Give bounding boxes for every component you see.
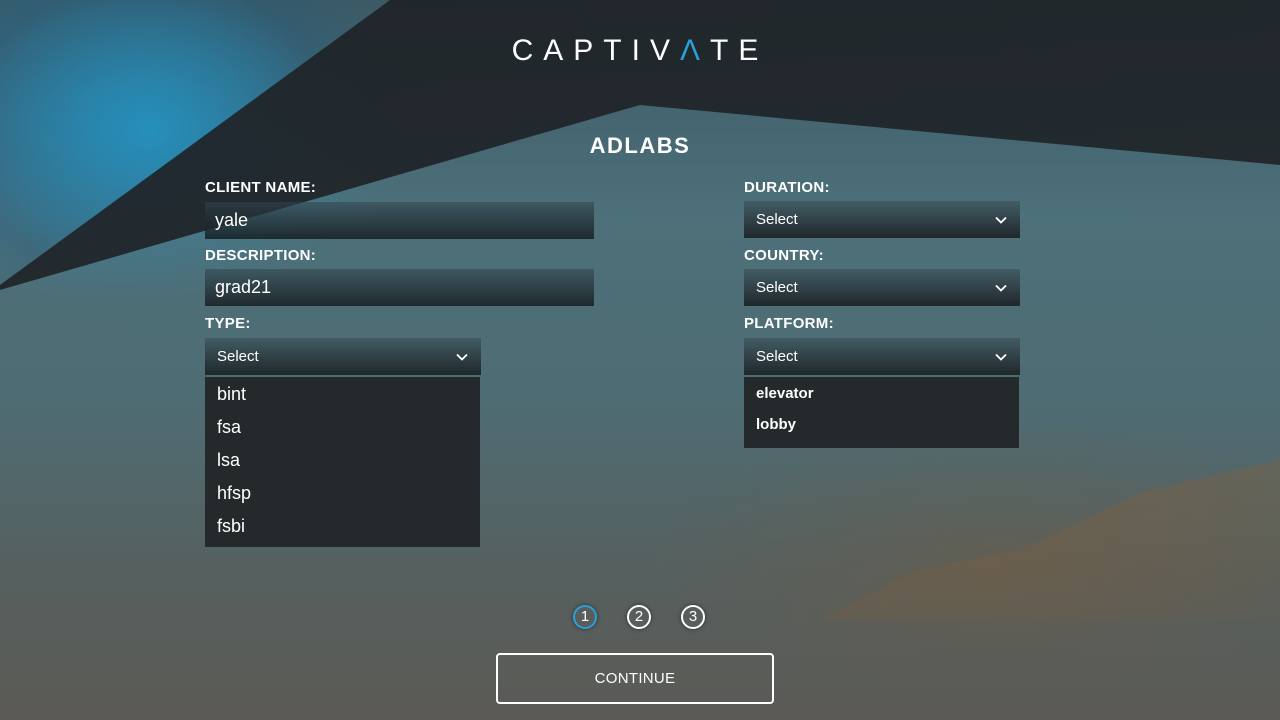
platform-label: PLATFORM:	[744, 315, 834, 332]
type-option-bint[interactable]: bint	[205, 378, 480, 411]
step-1-indicator[interactable]: 1	[573, 605, 597, 629]
step-2-indicator[interactable]: 2	[627, 605, 651, 629]
client-name-input[interactable]	[205, 202, 594, 239]
type-select[interactable]: Select	[205, 338, 481, 375]
duration-label: DURATION:	[744, 179, 830, 196]
description-label: DESCRIPTION:	[205, 247, 317, 264]
logo-accent: Λ	[679, 34, 711, 67]
step-3-indicator[interactable]: 3	[681, 605, 705, 629]
type-option-fsa[interactable]: fsa	[205, 411, 480, 444]
platform-select[interactable]: Select	[744, 338, 1020, 375]
duration-select-value: Select	[756, 211, 798, 228]
chevron-down-icon	[995, 353, 1007, 361]
type-option-lsa[interactable]: lsa	[205, 444, 480, 477]
page-title: ADLABS	[589, 133, 691, 158]
type-dropdown: bint fsa lsa hfsp fsbi	[205, 377, 480, 547]
captivate-logo: CAPTIVΛTE	[511, 34, 769, 67]
continue-button[interactable]: CONTINUE	[496, 653, 774, 704]
client-name-label: CLIENT NAME:	[205, 179, 317, 196]
platform-dropdown: elevator lobby	[744, 377, 1019, 448]
type-select-value: Select	[217, 348, 259, 365]
duration-select[interactable]: Select	[744, 201, 1020, 238]
platform-option-elevator[interactable]: elevator	[744, 378, 1019, 409]
country-label: COUNTRY:	[744, 247, 824, 264]
chevron-down-icon	[995, 216, 1007, 224]
description-input[interactable]	[205, 269, 594, 306]
type-option-fsbi[interactable]: fsbi	[205, 510, 480, 543]
type-label: TYPE:	[205, 315, 251, 332]
country-select[interactable]: Select	[744, 269, 1020, 306]
chevron-down-icon	[995, 284, 1007, 292]
platform-option-lobby[interactable]: lobby	[744, 409, 1019, 440]
chevron-down-icon	[456, 353, 468, 361]
platform-select-value: Select	[756, 348, 798, 365]
background-hill	[820, 460, 1280, 620]
country-select-value: Select	[756, 279, 798, 296]
type-option-hfsp[interactable]: hfsp	[205, 477, 480, 510]
